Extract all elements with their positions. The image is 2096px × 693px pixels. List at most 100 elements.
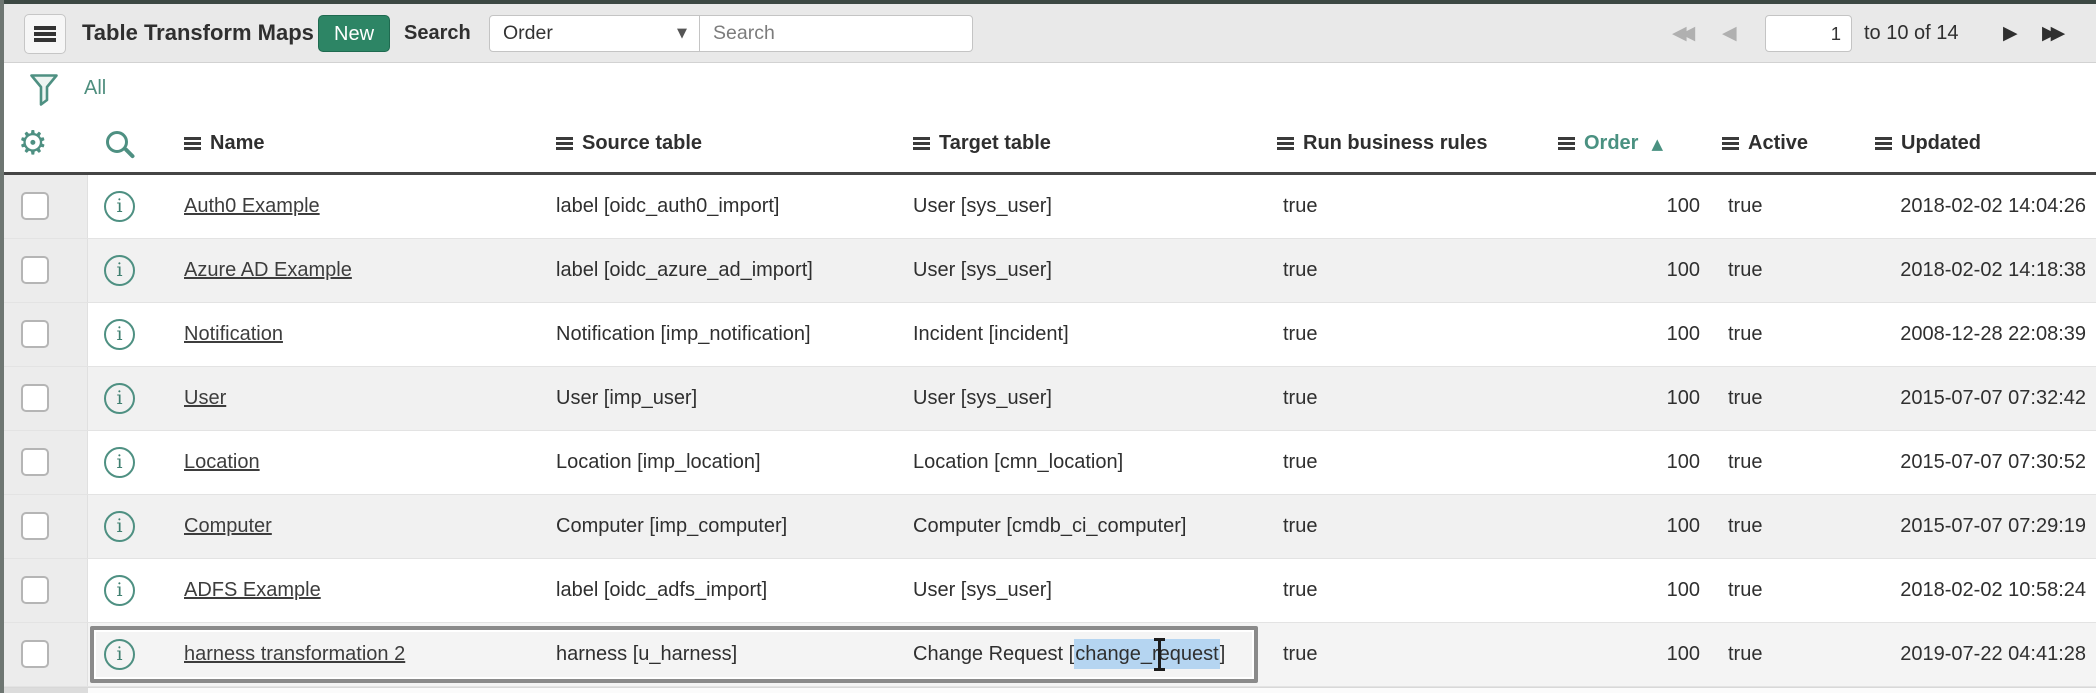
gear-icon[interactable]: ⚙ (18, 123, 48, 163)
search-input[interactable] (699, 15, 973, 52)
order-cell[interactable]: 100 (1540, 239, 1700, 302)
active-cell[interactable]: true (1728, 431, 1762, 494)
target-table-cell[interactable]: User [sys_user] (913, 175, 1052, 238)
page-number-input[interactable] (1765, 15, 1852, 52)
table-row[interactable]: i Azure AD Example label [oidc_azure_ad_… (0, 239, 2096, 303)
row-checkbox[interactable] (21, 192, 49, 220)
column-header-active[interactable]: Active (1722, 115, 1808, 172)
order-cell[interactable]: 100 (1540, 303, 1700, 366)
active-cell[interactable]: true (1728, 559, 1762, 622)
table-row-selected[interactable]: i harness transformation 2 harness [u_ha… (0, 623, 2096, 687)
info-icon[interactable]: i (104, 575, 135, 606)
row-checkbox[interactable] (21, 512, 49, 540)
order-cell[interactable]: 100 (1540, 559, 1700, 622)
source-table-cell[interactable]: Notification [imp_notification] (556, 303, 811, 366)
source-table-cell[interactable]: Location [imp_location] (556, 431, 761, 494)
updated-cell[interactable]: 2008-12-28 22:08:39 (1808, 303, 2086, 366)
name-link[interactable]: harness transformation 2 (184, 623, 405, 686)
run-business-rules-cell[interactable]: true (1283, 431, 1317, 494)
source-table-cell[interactable]: User [imp_user] (556, 367, 697, 430)
info-icon[interactable]: i (104, 639, 135, 670)
name-link[interactable]: User (184, 367, 226, 430)
run-business-rules-cell[interactable]: true (1283, 367, 1317, 430)
run-business-rules-cell[interactable]: true (1283, 303, 1317, 366)
name-link[interactable]: Notification (184, 303, 283, 366)
row-checkbox[interactable] (21, 256, 49, 284)
target-table-cell[interactable]: User [sys_user] (913, 239, 1052, 302)
column-header-updated[interactable]: Updated (1875, 115, 1981, 172)
list-context-menu-button[interactable] (24, 14, 66, 54)
target-table-cell[interactable]: Change Request [change_request] (913, 623, 1225, 686)
updated-cell[interactable]: 2018-02-02 10:58:24 (1808, 559, 2086, 622)
next-page-button[interactable]: ▶ (2003, 4, 2018, 62)
search-column-select[interactable]: Order ▼ (489, 15, 700, 52)
new-button[interactable]: New (318, 15, 390, 52)
row-checkbox[interactable] (21, 384, 49, 412)
table-row[interactable]: i Auth0 Example label [oidc_auth0_import… (0, 175, 2096, 239)
info-icon[interactable]: i (104, 383, 135, 414)
active-cell[interactable]: true (1728, 367, 1762, 430)
order-cell[interactable]: 100 (1540, 367, 1700, 430)
first-page-button[interactable]: ◀◀ (1672, 4, 1689, 62)
target-table-cell[interactable]: Computer [cmdb_ci_computer] (913, 495, 1186, 558)
target-table-cell[interactable]: User [sys_user] (913, 559, 1052, 622)
active-cell[interactable]: true (1728, 175, 1762, 238)
order-cell[interactable]: 100 (1540, 175, 1700, 238)
source-table-cell[interactable]: label [oidc_auth0_import] (556, 175, 779, 238)
updated-cell[interactable]: 2018-02-02 14:18:38 (1808, 239, 2086, 302)
source-table-cell[interactable]: label [oidc_azure_ad_import] (556, 239, 813, 302)
column-header-target-table[interactable]: Target table (913, 115, 1051, 172)
column-header-source-table[interactable]: Source table (556, 115, 702, 172)
source-table-cell[interactable]: harness [u_harness] (556, 623, 737, 686)
active-cell[interactable]: true (1728, 623, 1762, 686)
active-cell[interactable]: true (1728, 303, 1762, 366)
run-business-rules-cell[interactable]: true (1283, 239, 1317, 302)
table-row[interactable]: i Notification Notification [imp_notific… (0, 303, 2096, 367)
search-icon[interactable] (106, 131, 128, 153)
filter-funnel-icon[interactable] (28, 72, 60, 112)
source-table-cell[interactable]: label [oidc_adfs_import] (556, 559, 767, 622)
row-checkbox[interactable] (21, 320, 49, 348)
table-row[interactable]: i Location Location [imp_location] Locat… (0, 431, 2096, 495)
target-table-cell[interactable]: Incident [incident] (913, 303, 1069, 366)
updated-cell[interactable]: 2015-07-07 07:29:19 (1808, 495, 2086, 558)
name-link[interactable]: Location (184, 431, 260, 494)
row-checkbox[interactable] (21, 448, 49, 476)
row-checkbox[interactable] (21, 640, 49, 668)
row-checkbox[interactable] (21, 576, 49, 604)
info-icon[interactable]: i (104, 511, 135, 542)
order-cell[interactable]: 100 (1540, 623, 1700, 686)
column-header-run-business-rules[interactable]: Run business rules (1277, 115, 1488, 172)
updated-cell[interactable]: 2019-07-22 04:41:28 (1808, 623, 2086, 686)
source-table-cell[interactable]: Computer [imp_computer] (556, 495, 787, 558)
column-header-order[interactable]: Order▲ (1558, 115, 1663, 172)
table-row[interactable]: i ADFS Example label [oidc_adfs_import] … (0, 559, 2096, 623)
previous-page-button[interactable]: ◀ (1722, 4, 1737, 62)
run-business-rules-cell[interactable]: true (1283, 495, 1317, 558)
info-icon[interactable]: i (104, 447, 135, 478)
name-link[interactable]: ADFS Example (184, 559, 321, 622)
order-cell[interactable]: 100 (1540, 431, 1700, 494)
order-cell[interactable]: 100 (1540, 495, 1700, 558)
info-icon[interactable]: i (104, 255, 135, 286)
info-icon[interactable]: i (104, 191, 135, 222)
run-business-rules-cell[interactable]: true (1283, 175, 1317, 238)
active-cell[interactable]: true (1728, 239, 1762, 302)
run-business-rules-cell[interactable]: true (1283, 559, 1317, 622)
column-header-name[interactable]: Name (184, 115, 264, 172)
table-row[interactable]: i Computer Computer [imp_computer] Compu… (0, 495, 2096, 559)
updated-cell[interactable]: 2015-07-07 07:30:52 (1808, 431, 2086, 494)
target-table-cell[interactable]: User [sys_user] (913, 367, 1052, 430)
name-link[interactable]: Auth0 Example (184, 175, 320, 238)
active-cell[interactable]: true (1728, 495, 1762, 558)
last-page-button[interactable]: ▶▶ (2042, 4, 2059, 62)
updated-cell[interactable]: 2018-02-02 14:04:26 (1808, 175, 2086, 238)
breadcrumb-all-link[interactable]: All (84, 63, 106, 113)
info-icon[interactable]: i (104, 319, 135, 350)
name-link[interactable]: Azure AD Example (184, 239, 352, 302)
updated-cell[interactable]: 2015-07-07 07:32:42 (1808, 367, 2086, 430)
target-table-cell[interactable]: Location [cmn_location] (913, 431, 1123, 494)
table-row[interactable]: i User User [imp_user] User [sys_user] t… (0, 367, 2096, 431)
name-link[interactable]: Computer (184, 495, 272, 558)
run-business-rules-cell[interactable]: true (1283, 623, 1317, 686)
